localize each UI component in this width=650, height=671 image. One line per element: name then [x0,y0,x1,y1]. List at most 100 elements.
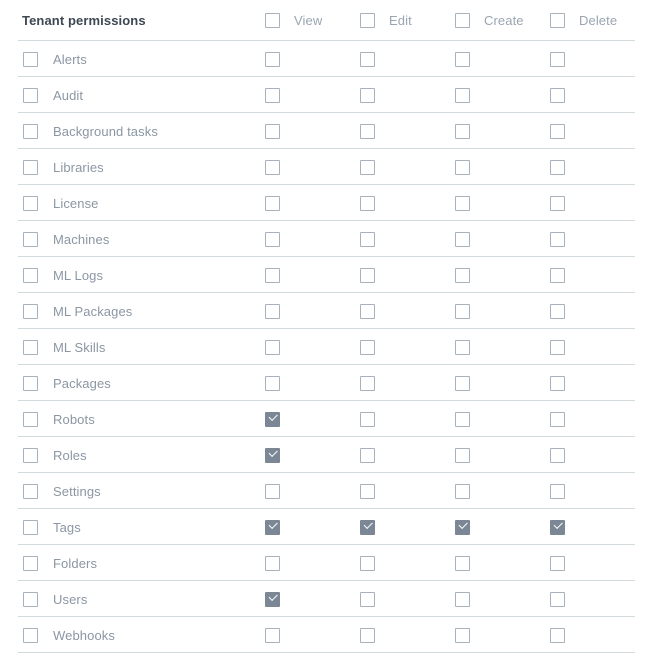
row-label-cell[interactable]: Roles [0,447,265,463]
permission-cell-delete[interactable] [550,519,645,535]
permission-cell-delete[interactable] [550,591,645,607]
permission-checkbox-edit[interactable] [360,411,375,427]
permission-checkbox-view[interactable] [265,591,280,607]
permission-checkbox-create[interactable] [455,519,470,535]
row-select-checkbox[interactable] [23,231,38,247]
permission-cell-create[interactable] [455,339,550,355]
permission-checkbox-view[interactable] [265,447,280,463]
permission-cell-view[interactable] [265,627,360,643]
permission-checkbox-create[interactable] [455,267,470,283]
permission-cell-view[interactable] [265,231,360,247]
permission-checkbox-delete[interactable] [550,447,565,463]
permission-checkbox-delete[interactable] [550,627,565,643]
permission-cell-view[interactable] [265,87,360,103]
row-label-cell[interactable]: Folders [0,555,265,571]
select-all-view-checkbox[interactable] [265,13,280,28]
permission-cell-edit[interactable] [360,627,455,643]
permission-checkbox-delete[interactable] [550,159,565,175]
permission-cell-view[interactable] [265,339,360,355]
permission-checkbox-create[interactable] [455,591,470,607]
permission-cell-view[interactable] [265,123,360,139]
permission-cell-edit[interactable] [360,591,455,607]
permission-checkbox-edit[interactable] [360,447,375,463]
permission-cell-delete[interactable] [550,195,645,211]
header-column-create[interactable]: Create [455,13,550,28]
permission-checkbox-edit[interactable] [360,591,375,607]
permission-checkbox-view[interactable] [265,51,280,67]
permission-checkbox-view[interactable] [265,123,280,139]
permission-checkbox-create[interactable] [455,159,470,175]
row-label-cell[interactable]: License [0,195,265,211]
select-all-edit-checkbox[interactable] [360,13,375,28]
permission-checkbox-delete[interactable] [550,519,565,535]
row-label-cell[interactable]: ML Skills [0,339,265,355]
permission-cell-edit[interactable] [360,555,455,571]
permission-checkbox-create[interactable] [455,483,470,499]
row-label-cell[interactable]: Alerts [0,51,265,67]
row-select-checkbox[interactable] [23,447,38,463]
permission-cell-create[interactable] [455,591,550,607]
permission-checkbox-create[interactable] [455,339,470,355]
permission-cell-delete[interactable] [550,231,645,247]
permission-checkbox-edit[interactable] [360,51,375,67]
permission-cell-create[interactable] [455,159,550,175]
row-select-checkbox[interactable] [23,519,38,535]
permission-checkbox-create[interactable] [455,195,470,211]
permission-checkbox-edit[interactable] [360,627,375,643]
permission-cell-edit[interactable] [360,159,455,175]
permission-cell-create[interactable] [455,51,550,67]
permission-cell-create[interactable] [455,375,550,391]
row-label-cell[interactable]: Audit [0,87,265,103]
permission-checkbox-edit[interactable] [360,483,375,499]
permission-checkbox-delete[interactable] [550,51,565,67]
permission-cell-edit[interactable] [360,267,455,283]
permission-cell-delete[interactable] [550,303,645,319]
row-select-checkbox[interactable] [23,303,38,319]
permission-checkbox-create[interactable] [455,123,470,139]
permission-checkbox-edit[interactable] [360,231,375,247]
row-select-checkbox[interactable] [23,483,38,499]
permission-checkbox-delete[interactable] [550,339,565,355]
permission-checkbox-delete[interactable] [550,411,565,427]
permission-checkbox-delete[interactable] [550,591,565,607]
permission-checkbox-edit[interactable] [360,555,375,571]
permission-checkbox-delete[interactable] [550,195,565,211]
permission-cell-delete[interactable] [550,123,645,139]
row-label-cell[interactable]: Webhooks [0,627,265,643]
permission-cell-delete[interactable] [550,375,645,391]
permission-cell-view[interactable] [265,555,360,571]
permission-checkbox-delete[interactable] [550,375,565,391]
permission-cell-delete[interactable] [550,627,645,643]
permission-checkbox-create[interactable] [455,411,470,427]
permission-cell-view[interactable] [265,195,360,211]
row-select-checkbox[interactable] [23,195,38,211]
permission-cell-edit[interactable] [360,483,455,499]
row-select-checkbox[interactable] [23,555,38,571]
permission-cell-edit[interactable] [360,123,455,139]
permission-checkbox-create[interactable] [455,555,470,571]
permission-checkbox-create[interactable] [455,87,470,103]
permission-checkbox-create[interactable] [455,231,470,247]
row-select-checkbox[interactable] [23,411,38,427]
permission-cell-create[interactable] [455,627,550,643]
permission-checkbox-create[interactable] [455,303,470,319]
row-select-checkbox[interactable] [23,159,38,175]
permission-checkbox-view[interactable] [265,87,280,103]
permission-checkbox-delete[interactable] [550,303,565,319]
permission-cell-view[interactable] [265,159,360,175]
permission-cell-edit[interactable] [360,519,455,535]
permission-cell-view[interactable] [265,411,360,427]
permission-cell-edit[interactable] [360,411,455,427]
permission-cell-create[interactable] [455,123,550,139]
permission-checkbox-delete[interactable] [550,87,565,103]
permission-checkbox-view[interactable] [265,519,280,535]
row-select-checkbox[interactable] [23,87,38,103]
row-label-cell[interactable]: Settings [0,483,265,499]
permission-cell-edit[interactable] [360,339,455,355]
row-select-checkbox[interactable] [23,627,38,643]
permission-checkbox-view[interactable] [265,627,280,643]
permission-checkbox-view[interactable] [265,303,280,319]
permission-cell-view[interactable] [265,447,360,463]
row-label-cell[interactable]: Packages [0,375,265,391]
permission-checkbox-create[interactable] [455,447,470,463]
